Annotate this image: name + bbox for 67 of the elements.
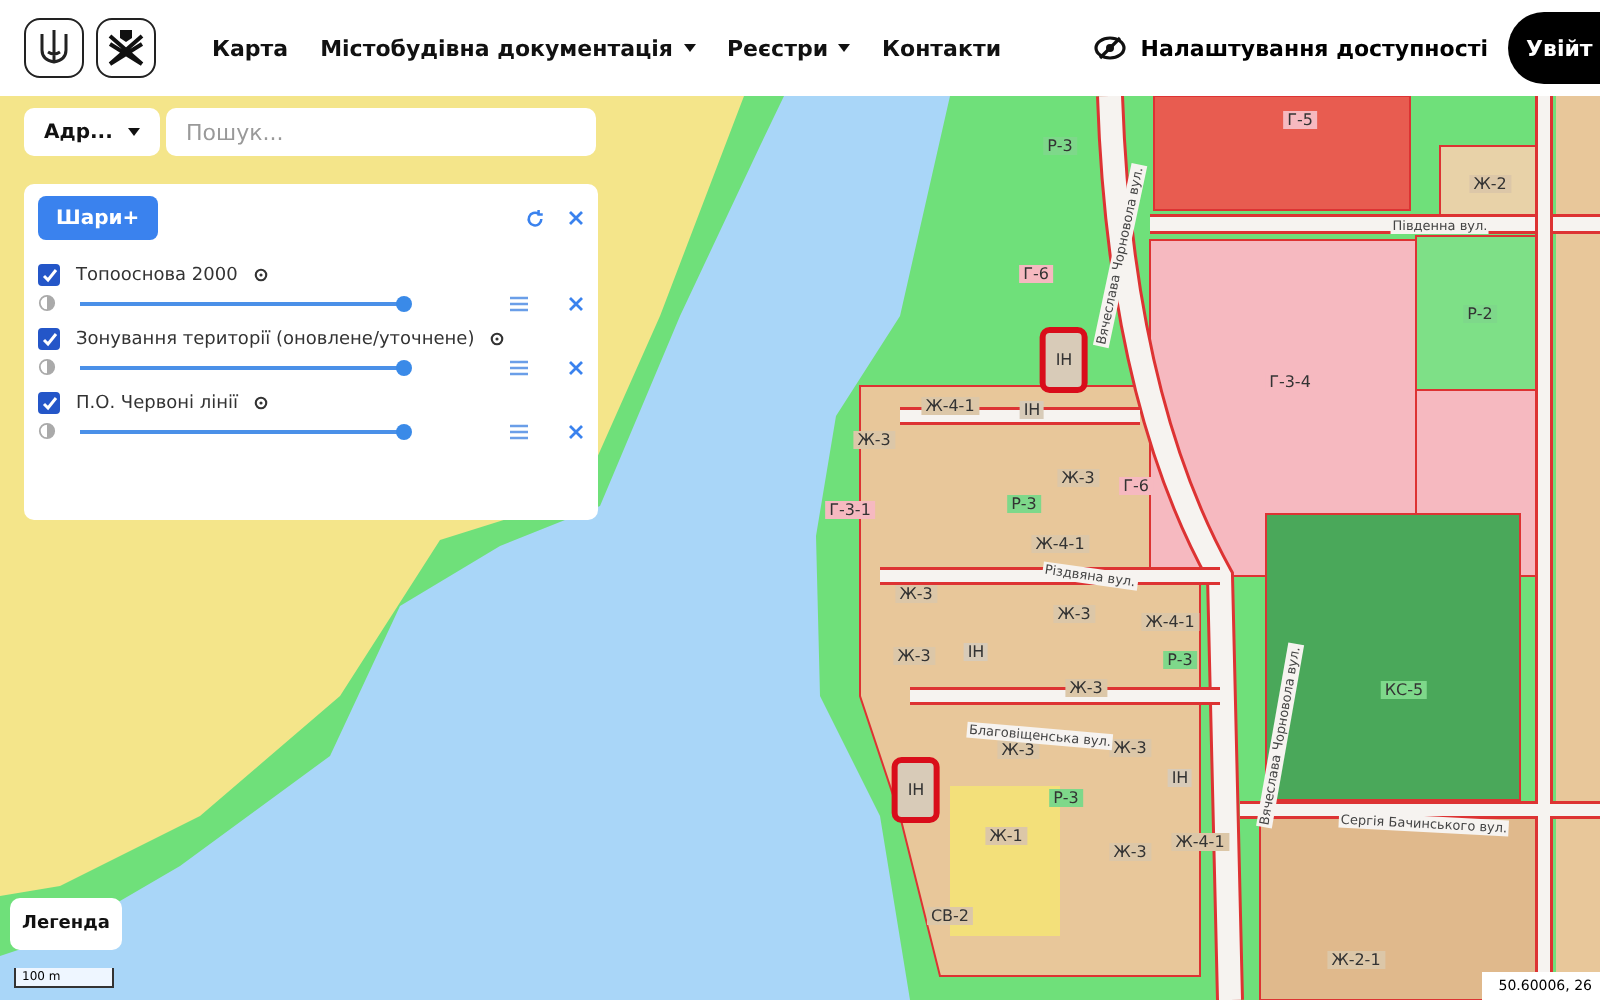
emblem-logo[interactable] — [96, 18, 156, 78]
close-icon[interactable] — [568, 295, 584, 311]
accessibility-link[interactable]: Налаштування доступності — [1094, 35, 1488, 61]
nav-link[interactable]: Реєстри — [727, 35, 851, 61]
info-icon[interactable] — [490, 332, 505, 346]
zone-label: Ж-3 — [1065, 679, 1107, 697]
info-icon[interactable] — [253, 268, 268, 282]
zone-label: ІН — [1019, 401, 1045, 419]
zone-label: Ж-3 — [1057, 469, 1099, 487]
opacity-icon — [38, 358, 56, 376]
layer-checkbox[interactable] — [38, 328, 60, 350]
zone-label: ІН — [1167, 769, 1193, 787]
opacity-icon — [38, 294, 56, 312]
zone-label: Г-3-4 — [1265, 373, 1315, 391]
search-type-dropdown[interactable]: Адр... — [24, 108, 160, 156]
zone-label: Ж-3 — [1053, 605, 1095, 623]
zone-label: Ж-4-1 — [1171, 833, 1229, 851]
menu-icon[interactable] — [510, 423, 528, 439]
zone-label: КС-5 — [1380, 681, 1428, 699]
layer-name: Зонування території (оновлене/уточнене) — [76, 329, 475, 349]
nav-link[interactable]: Карта — [212, 35, 289, 61]
layer-name: П.О. Червоні лінії — [76, 393, 239, 413]
nav-link[interactable]: Містобудівна документація — [320, 35, 695, 61]
highlighted-zone-label: ІН — [1039, 327, 1089, 393]
opacity-icon — [38, 422, 56, 440]
add-layers-button[interactable]: Шари+ — [38, 196, 158, 240]
nav-link[interactable]: Контакти — [882, 35, 1002, 61]
zone-label: Ж-3 — [895, 585, 937, 603]
zone-label: Ж-2 — [1469, 175, 1511, 193]
zone-label: Г-6 — [1019, 265, 1053, 283]
zone-label: Ж-3 — [1109, 739, 1151, 757]
zone-label: Ж-4-1 — [1031, 535, 1089, 553]
zone-label: Р-3 — [1049, 789, 1083, 807]
caret-icon — [128, 128, 140, 136]
zone-label: ІН — [963, 643, 989, 661]
zone-label: Г-5 — [1283, 111, 1317, 129]
zone-label: Ж-3 — [853, 431, 895, 449]
highlighted-zone-label: ІН — [891, 757, 941, 823]
zone-label: Г-6 — [1119, 477, 1153, 495]
zone-label: Ж-1 — [985, 827, 1027, 845]
search-field[interactable]: Пошук... — [166, 108, 596, 156]
zone-label: Р-3 — [1007, 495, 1041, 513]
legend-button[interactable]: Легенда — [10, 898, 122, 950]
login-button[interactable]: Увійт — [1508, 12, 1600, 84]
zone-label: Ж-4-1 — [1141, 613, 1199, 631]
menu-icon[interactable] — [510, 359, 528, 375]
zone-label: Ж-2-1 — [1327, 951, 1385, 969]
zone-label: Ж-3 — [893, 647, 935, 665]
zone-label: СВ-2 — [926, 907, 974, 925]
layer-name: Топооснова 2000 — [76, 265, 238, 285]
layer-checkbox[interactable] — [38, 264, 60, 286]
layer-checkbox[interactable] — [38, 392, 60, 414]
menu-icon[interactable] — [510, 295, 528, 311]
zone-label: Ж-3 — [997, 741, 1039, 759]
close-icon[interactable] — [568, 359, 584, 375]
trident-logo[interactable] — [24, 18, 84, 78]
close-icon[interactable] — [568, 210, 584, 226]
zone-label: Р-3 — [1163, 651, 1197, 669]
zone-label: Г-3-1 — [825, 501, 875, 519]
zone-label: Р-3 — [1043, 137, 1077, 155]
eye-slash-icon — [1094, 36, 1127, 60]
info-icon[interactable] — [254, 396, 269, 410]
close-icon[interactable] — [568, 423, 584, 439]
zone-label: Р-2 — [1463, 305, 1497, 323]
refresh-icon[interactable] — [526, 209, 544, 227]
zone-label: Ж-3 — [1109, 843, 1151, 861]
zone-label: Ж-4-1 — [921, 397, 979, 415]
